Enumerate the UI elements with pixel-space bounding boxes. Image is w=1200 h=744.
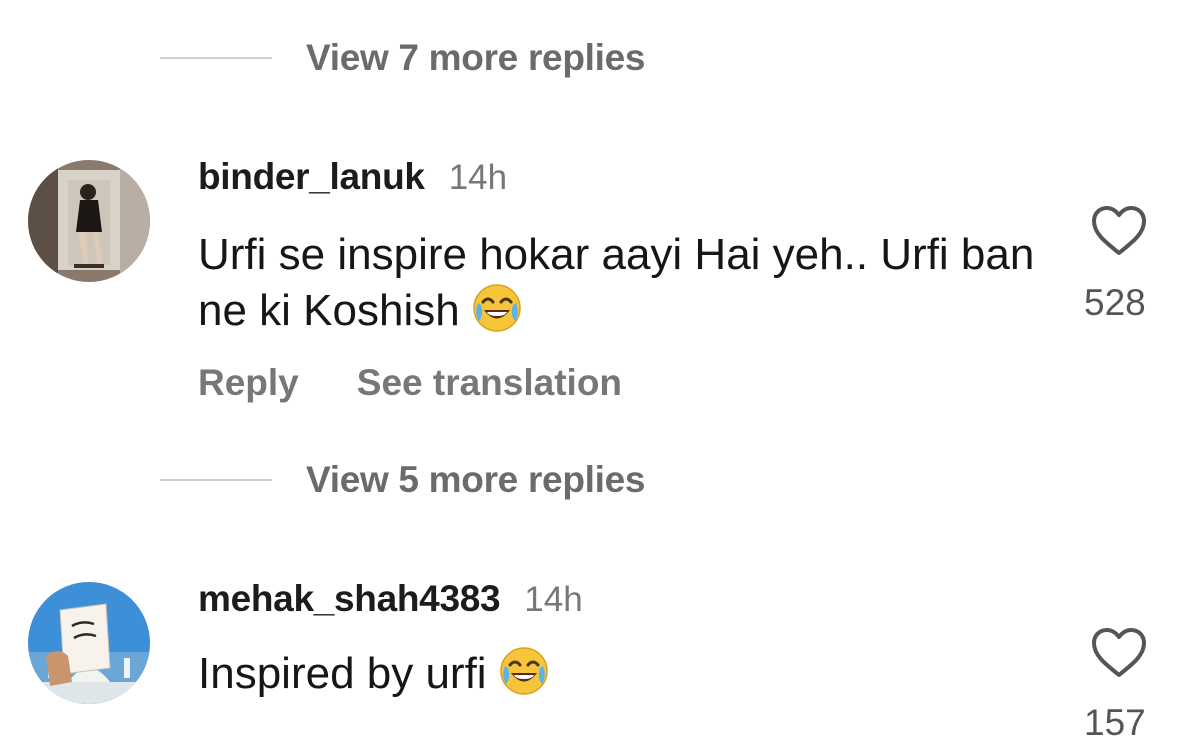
see-translation-button[interactable]: See translation [357,362,622,404]
comment-timestamp: 14h [524,580,583,619]
like-count: 157 [1084,702,1146,743]
avatar[interactable] [28,582,150,704]
view-more-replies-button[interactable]: View 5 more replies [160,459,646,500]
comment-text: Inspired by urfi [198,649,487,698]
heart-icon [1092,206,1146,255]
like-button[interactable] [1090,627,1150,684]
like-count: 528 [1084,282,1146,323]
view-more-replies-label: View 5 more replies [306,459,646,500]
face-with-tears-of-joy-icon [472,283,522,347]
comment-username[interactable]: mehak_shah4383 [198,578,501,620]
avatar[interactable] [28,160,150,282]
face-with-tears-of-joy-icon [499,646,549,710]
comment-body: Urfi se inspire hokar aayi Hai yeh.. Urf… [198,227,1058,347]
reply-button[interactable]: Reply [198,362,299,404]
comment-meta: mehak_shah4383 14h [198,578,583,620]
comment-actions: Reply See translation [198,362,680,404]
view-more-replies-label: View 7 more replies [306,37,646,78]
comment-timestamp: 14h [448,158,508,197]
comment-body: Inspired by urfi [198,646,1058,710]
heart-icon [1092,628,1146,677]
thread-divider [160,57,272,59]
like-button[interactable] [1090,205,1150,262]
view-more-replies-button[interactable]: View 7 more replies [160,37,646,78]
thread-divider [160,479,272,481]
comment-username[interactable]: binder_lanuk [198,156,425,198]
comment-text: Urfi se inspire hokar aayi Hai yeh.. Urf… [198,230,1035,335]
comment-meta: binder_lanuk 14h [198,156,507,198]
